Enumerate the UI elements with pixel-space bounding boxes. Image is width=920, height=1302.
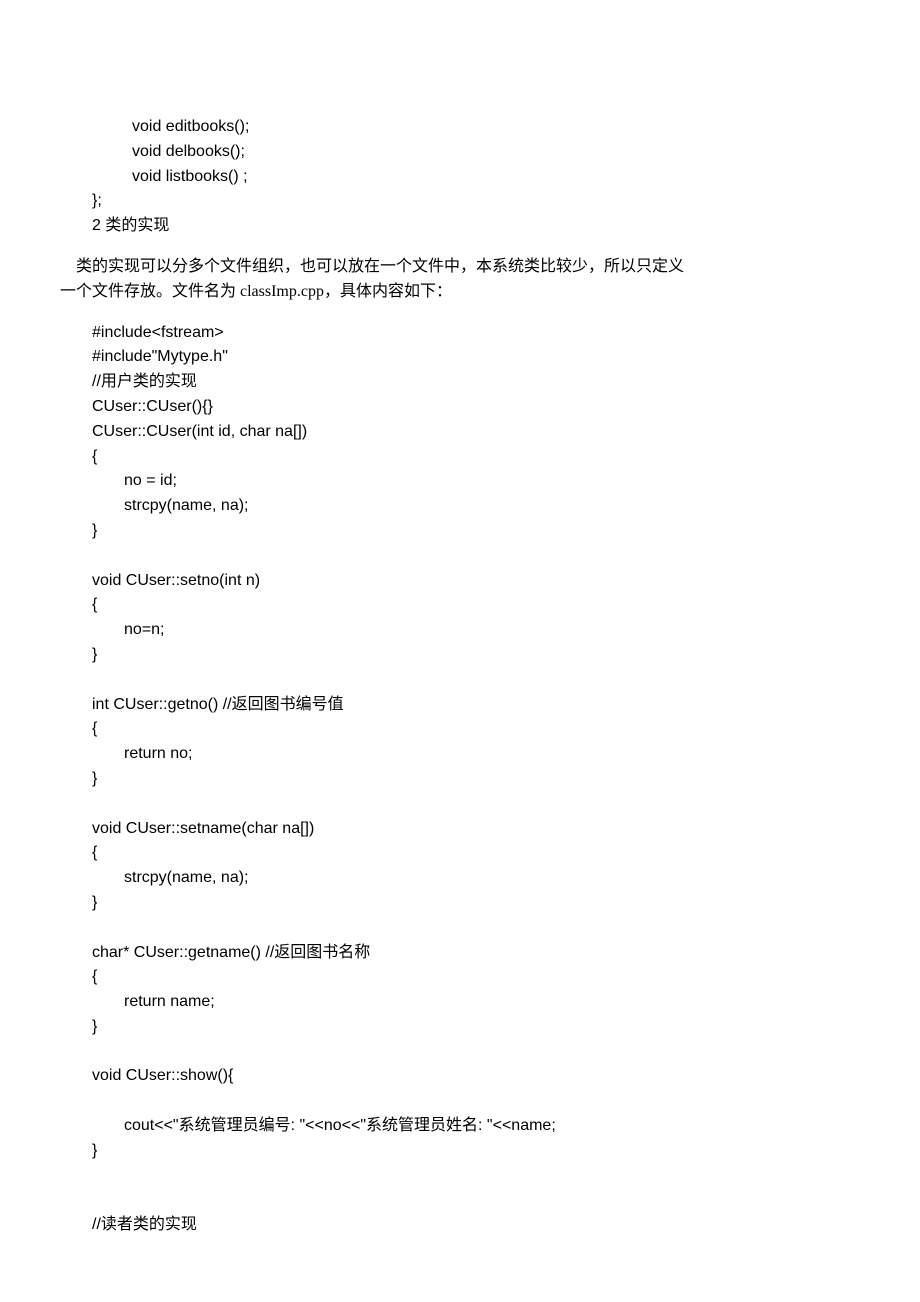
code-line: void CUser::setno(int n) <box>60 569 860 594</box>
code-line: 2 类的实现 <box>60 214 860 239</box>
code-line: } <box>60 891 860 916</box>
code-line: int CUser::getno() //返回图书编号值 <box>60 693 860 718</box>
code-line: return no; <box>60 742 860 767</box>
code-line: { <box>60 841 860 866</box>
code-line: } <box>60 643 860 668</box>
code-line: #include"Mytype.h" <box>60 345 860 370</box>
code-line: void listbooks() ; <box>60 165 860 190</box>
code-line: strcpy(name, na); <box>60 494 860 519</box>
document-page: void editbooks();void delbooks();void li… <box>0 0 920 1302</box>
code-line <box>60 792 860 817</box>
code-line: void delbooks(); <box>60 140 860 165</box>
code-line <box>60 1089 860 1114</box>
code-line <box>60 1040 860 1065</box>
code-line: strcpy(name, na); <box>60 866 860 891</box>
code-line: void CUser::show(){ <box>60 1064 860 1089</box>
code-line: no = id; <box>60 469 860 494</box>
code-line: } <box>60 1139 860 1164</box>
code-line: { <box>60 965 860 990</box>
code-line <box>60 544 860 569</box>
code-line: char* CUser::getname() //返回图书名称 <box>60 941 860 966</box>
code-line: } <box>60 767 860 792</box>
code-line <box>60 1188 860 1213</box>
code-line: 类的实现可以分多个文件组织，也可以放在一个文件中，本系统类比较少，所以只定义 一… <box>60 255 860 305</box>
code-line: //读者类的实现 <box>60 1213 860 1238</box>
code-line <box>60 916 860 941</box>
code-line: } <box>60 1015 860 1040</box>
code-line: void CUser::setname(char na[]) <box>60 817 860 842</box>
code-line: { <box>60 717 860 742</box>
code-line <box>60 668 860 693</box>
code-line: { <box>60 445 860 470</box>
code-line <box>60 1164 860 1189</box>
code-line: no=n; <box>60 618 860 643</box>
code-line: CUser::CUser(int id, char na[]) <box>60 420 860 445</box>
code-line: void editbooks(); <box>60 115 860 140</box>
code-line: #include<fstream> <box>60 321 860 346</box>
code-line: CUser::CUser(){} <box>60 395 860 420</box>
code-line: return name; <box>60 990 860 1015</box>
code-line: } <box>60 519 860 544</box>
code-line: { <box>60 593 860 618</box>
code-line: }; <box>60 189 860 214</box>
code-line: //用户类的实现 <box>60 370 860 395</box>
code-line: cout<<"系统管理员编号: "<<no<<"系统管理员姓名: "<<name… <box>60 1114 860 1139</box>
